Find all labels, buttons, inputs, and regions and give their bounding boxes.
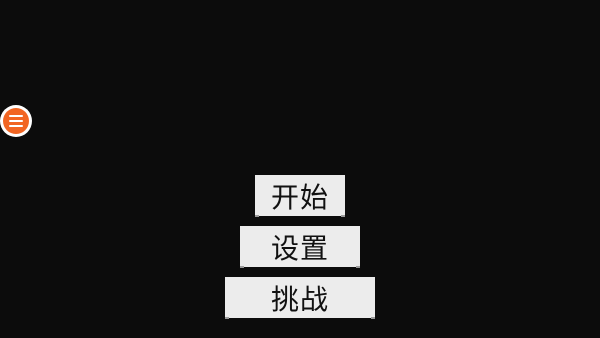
hamburger-menu-icon xyxy=(9,115,23,127)
start-button[interactable]: 开始 xyxy=(255,175,345,217)
floating-menu-button[interactable] xyxy=(0,105,32,137)
settings-button[interactable]: 设置 xyxy=(240,226,360,268)
start-button-label: 开始 xyxy=(270,180,329,214)
floating-menu-circle xyxy=(3,108,29,134)
settings-button-label: 设置 xyxy=(270,231,329,265)
challenge-button-label: 挑战 xyxy=(270,282,329,316)
challenge-button[interactable]: 挑战 xyxy=(225,277,375,319)
